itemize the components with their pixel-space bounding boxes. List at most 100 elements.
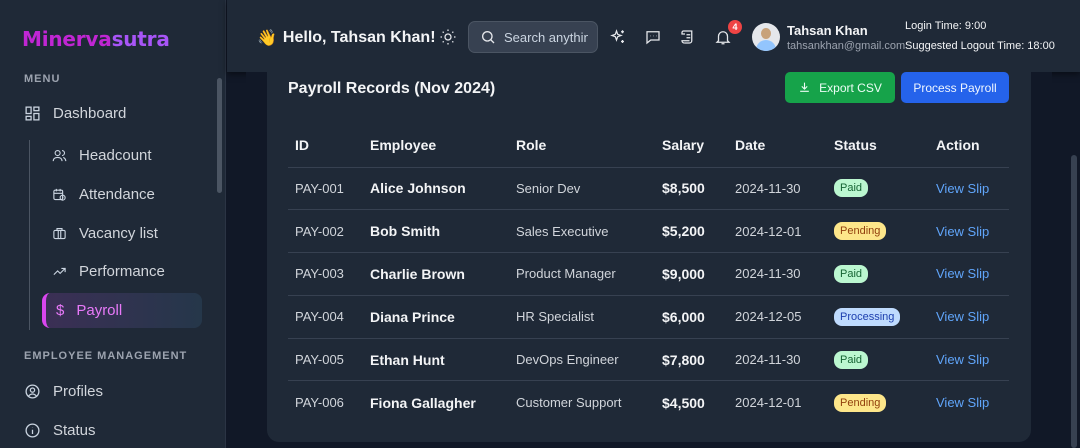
sidebar-item-performance[interactable]: Performance (52, 263, 165, 280)
sidebar-item-label: Payroll (76, 302, 123, 319)
payroll-id: PAY-006 (295, 395, 344, 411)
employee-role: HR Specialist (509, 295, 655, 339)
logout-time: Suggested Logout Time: 18:00 (905, 40, 1055, 52)
view-slip-link[interactable]: View Slip (936, 266, 989, 281)
sun-icon[interactable] (439, 28, 457, 46)
nav-tree-line (29, 140, 30, 330)
employee-name: Diana Prince (363, 295, 509, 339)
status-badge: Paid (834, 350, 869, 369)
employee-role: Sales Executive (509, 209, 655, 254)
sidebar-item-dashboard[interactable]: Dashboard (24, 105, 126, 122)
status-badge: Paid (834, 264, 869, 283)
login-time: Login Time: 9:00 (905, 20, 987, 32)
payroll-id: PAY-003 (288, 252, 363, 296)
employee-name: Fiona Gallagher (370, 394, 476, 411)
payroll-card: Payroll Records (Nov 2024) Export CSV Pr… (267, 72, 1031, 442)
payroll-date: 2024-11-30 (728, 252, 827, 296)
table-row: PAY-004 Diana Prince HR Specialist $6,00… (288, 295, 1009, 339)
download-icon (800, 82, 809, 92)
view-slip-link[interactable]: View Slip (936, 309, 989, 324)
user-name[interactable]: Tahsan Khan (787, 23, 868, 38)
scroll-icon[interactable] (679, 28, 697, 46)
sidebar-item-vacancy[interactable]: Vacancy list (52, 225, 158, 242)
message-icon[interactable] (644, 28, 662, 46)
sidebar-item-status[interactable]: Status (24, 422, 96, 439)
employee-role: Product Manager (509, 252, 655, 296)
payroll-date: 2024-11-30 (728, 338, 827, 382)
action-cell: View Slip (929, 338, 1009, 382)
briefcase-icon (53, 227, 66, 240)
employee-section-label: EMPLOYEE MANAGEMENT (24, 350, 188, 362)
view-slip-link[interactable]: View Slip (936, 181, 989, 196)
table-header-row: ID Employee Role Salary Date Status Acti… (288, 124, 1009, 168)
column-header: Date (728, 124, 827, 168)
sparkles-icon[interactable] (609, 28, 627, 46)
users-icon (52, 149, 67, 162)
view-slip-link[interactable]: View Slip (936, 395, 989, 410)
salary-value: $9,000 (655, 252, 728, 296)
search-box[interactable] (468, 21, 598, 53)
status-cell: Pending (827, 381, 929, 424)
top-header: 👋 Hello, Tahsan Khan! 4 Tahsan Khan tahs… (227, 0, 1080, 72)
column-header: Employee (363, 124, 509, 168)
status-badge: Pending (834, 393, 887, 412)
notification-badge: 4 (728, 20, 742, 34)
status-badge: Processing (834, 307, 901, 326)
payroll-id: PAY-002 (288, 209, 363, 254)
sidebar-item-label: Attendance (79, 186, 155, 203)
action-cell: View Slip (929, 295, 1009, 339)
search-input[interactable] (504, 29, 588, 45)
sidebar-scrollbar[interactable] (217, 78, 222, 193)
sidebar-item-label: Performance (79, 263, 165, 280)
payroll-date: 2024-11-30 (728, 167, 827, 211)
avatar[interactable] (752, 23, 780, 51)
salary-value: $5,200 (655, 209, 728, 254)
status-cell: Paid (827, 338, 929, 382)
column-header: Action (929, 124, 1009, 168)
view-slip-link[interactable]: View Slip (936, 224, 989, 239)
view-slip-link[interactable]: View Slip (936, 352, 989, 367)
employee-name: Alice Johnson (363, 167, 509, 211)
user-email: tahsankhan@gmail.com (787, 40, 906, 52)
trending-up-icon (53, 267, 66, 276)
status-cell: Paid (827, 167, 929, 211)
export-csv-button[interactable]: Export CSV (785, 72, 895, 103)
column-header: Status (827, 124, 929, 168)
employee-name: Bob Smith (363, 209, 509, 254)
table-row: PAY-005 Ethan Hunt DevOps Engineer $7,80… (288, 338, 1009, 382)
greeting: 👋 Hello, Tahsan Khan! (257, 28, 436, 48)
column-header: ID (288, 124, 363, 168)
app-logo[interactable]: Minervasutra (22, 27, 170, 51)
action-cell: View Slip (929, 381, 1009, 424)
table-row: PAY-003 Charlie Brown Product Manager $9… (288, 252, 1009, 296)
greeting-text: Hello, Tahsan Khan! (282, 29, 436, 46)
main-scrollbar[interactable] (1071, 155, 1077, 448)
search-icon (482, 31, 495, 44)
payroll-id: PAY-004 (288, 295, 363, 339)
employee-name: Charlie Brown (363, 252, 509, 296)
employee-role: Customer Support (516, 395, 622, 411)
payroll-id: PAY-005 (288, 338, 363, 382)
action-cell: View Slip (929, 209, 1009, 254)
avatar-body (756, 40, 776, 51)
action-cell: View Slip (929, 167, 1009, 211)
user-circle-icon (25, 384, 40, 399)
action-cell: View Slip (929, 252, 1009, 296)
salary-value: $7,800 (655, 338, 728, 382)
employee-name: Ethan Hunt (363, 338, 509, 382)
status-cell: Processing (827, 295, 929, 339)
table-row: PAY-006 Fiona Gallagher Customer Support… (288, 381, 1009, 424)
sidebar-item-label: Status (53, 422, 96, 439)
sidebar-item-attendance[interactable]: Attendance (52, 186, 155, 203)
sidebar-item-headcount[interactable]: Headcount (52, 147, 152, 164)
info-icon (25, 423, 40, 438)
sidebar-item-label: Headcount (79, 147, 152, 164)
process-payroll-button[interactable]: Process Payroll (901, 72, 1009, 103)
sidebar-item-payroll[interactable]: $ Payroll (42, 293, 202, 328)
sidebar-item-profiles[interactable]: Profiles (24, 383, 103, 400)
employee-role: DevOps Engineer (509, 338, 655, 382)
table-row: PAY-001 Alice Johnson Senior Dev $8,500 … (288, 167, 1009, 211)
wave-icon: 👋 (257, 30, 277, 47)
sidebar: Minervasutra MENU Dashboard Headcount At… (0, 0, 226, 448)
page-title: Payroll Records (Nov 2024) (288, 80, 496, 97)
